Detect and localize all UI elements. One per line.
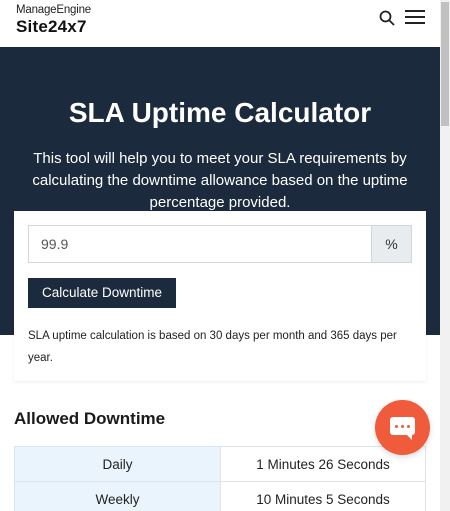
brand-product-name: Site24x7: [16, 17, 87, 36]
top-navbar: ManageEngine Site24x7: [0, 0, 440, 47]
brand-company-name: ManageEngine: [16, 4, 91, 16]
hero-description: This tool will help you to meet your SLA…: [32, 150, 408, 211]
table-row: Weekly 10 Minutes 5 Seconds: [14, 481, 426, 511]
chat-button[interactable]: [375, 400, 430, 455]
calculation-note: SLA uptime calculation is based on 30 da…: [28, 330, 397, 364]
chat-icon: [390, 417, 415, 440]
downtime-value-cell: 10 Minutes 5 Seconds: [220, 481, 426, 511]
percent-addon: %: [371, 225, 412, 263]
hamburger-menu-icon[interactable]: [405, 10, 425, 26]
site24x7-logo[interactable]: ManageEngine Site24x7: [16, 4, 91, 37]
calculator-card: 99.9 % Calculate Downtime SLA uptime cal…: [14, 211, 426, 381]
scrollbar-thumb[interactable]: [441, 2, 449, 126]
uptime-percentage-input[interactable]: 99.9: [28, 225, 371, 263]
table-row: Daily 1 Minutes 26 Seconds: [14, 446, 426, 482]
search-icon[interactable]: [379, 10, 395, 26]
uptime-input-group: 99.9 %: [28, 225, 412, 263]
calculate-downtime-button[interactable]: Calculate Downtime: [28, 278, 176, 308]
page-scrollbar[interactable]: [440, 0, 450, 511]
period-cell: Weekly: [14, 481, 221, 511]
page-title: SLA Uptime Calculator: [68, 97, 372, 128]
period-cell: Daily: [14, 446, 221, 482]
downtime-table: Daily 1 Minutes 26 Seconds Weekly 10 Min…: [14, 446, 426, 511]
allowed-downtime-heading: Allowed Downtime: [14, 409, 166, 428]
